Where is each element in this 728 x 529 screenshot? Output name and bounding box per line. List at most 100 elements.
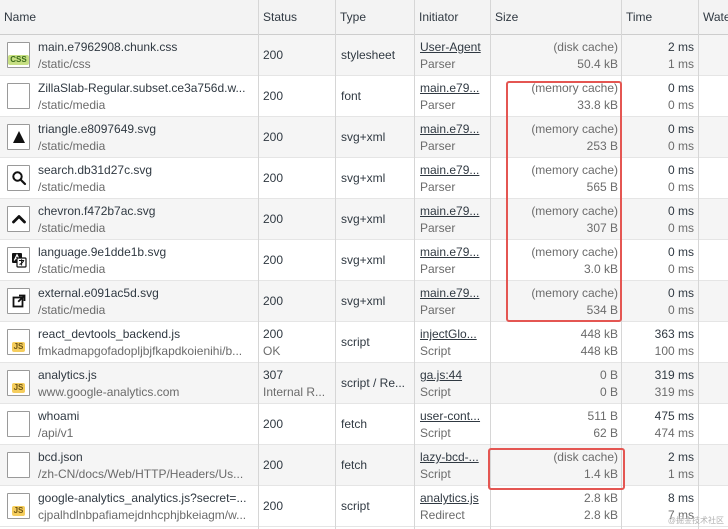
request-row[interactable]: bcd.json /zh-CN/docs/Web/HTTP/Headers/Us… [0,445,728,486]
request-path: fmkadmapgofadopljbjfkapdkoienihi/b... [38,344,243,358]
status-column-header[interactable]: Status [259,0,336,34]
size-column-header[interactable]: Size [491,0,622,34]
request-name: ZillaSlab-Regular.subset.ce3a756d.w... [38,81,246,95]
initiator-link[interactable]: ga.js:44 [420,368,488,382]
request-path: /api/v1 [38,426,74,440]
initiator-cell[interactable]: analytics.js Redirect [415,486,491,526]
name-cell[interactable]: chevron.f472b7ac.svg /static/media [0,199,259,239]
initiator-cell[interactable]: main.e79... Parser [415,199,491,239]
status-text: OK [263,344,281,358]
initiator-cell[interactable]: user-cont... Script [415,404,491,444]
size-cell: (memory cache) 3.0 kB [491,240,622,280]
name-column-header[interactable]: Name [0,0,259,34]
initiator-link[interactable]: injectGlo... [420,327,488,341]
resource-size: 33.8 kB [577,98,618,112]
request-name: main.e7962908.chunk.css [38,40,178,54]
initiator-link[interactable]: main.e79... [420,163,488,177]
initiator-cell[interactable]: lazy-bcd-... Script [415,445,491,485]
request-row[interactable]: JS analytics.js www.google-analytics.com… [0,363,728,404]
status-cell: 200 [259,404,336,444]
network-request-table: Name Status Type Initiator Size Time Wat… [0,0,728,529]
request-row[interactable]: ZillaSlab-Regular.subset.ce3a756d.w... /… [0,76,728,117]
time-cell: 0 ms 0 ms [622,240,699,280]
name-cell[interactable]: bcd.json /zh-CN/docs/Web/HTTP/Headers/Us… [0,445,259,485]
time-cell: 0 ms 0 ms [622,117,699,157]
request-path: /static/media [38,221,106,235]
request-row[interactable]: JS google-analytics_analytics.js?secret=… [0,486,728,527]
name-cell[interactable]: search.db31d27c.svg /static/media [0,158,259,198]
initiator-cell[interactable]: main.e79... Parser [415,281,491,321]
initiator-link[interactable]: analytics.js [420,491,488,505]
type-cell: fetch [336,404,415,444]
size-cell: 448 kB 448 kB [491,322,622,362]
initiator-link[interactable]: lazy-bcd-... [420,450,488,464]
request-path: /static/media [38,303,106,317]
request-row[interactable]: language.9e1dde1b.svg /static/media 200 … [0,240,728,281]
time-cell: 363 ms 100 ms [622,322,699,362]
waterfall-column-header[interactable]: Wate [699,0,728,34]
initiator-cell[interactable]: injectGlo... Script [415,322,491,362]
initiator-cell[interactable]: ga.js:44 Script [415,363,491,403]
transferred-size: (memory cache) [531,204,618,218]
name-cell[interactable]: JS analytics.js www.google-analytics.com [0,363,259,403]
initiator-link[interactable]: main.e79... [420,286,488,300]
latency-time: 100 ms [654,344,694,358]
transferred-size: 0 B [599,368,618,382]
request-name: react_devtools_backend.js [38,327,181,341]
total-time: 0 ms [667,163,694,177]
initiator-link[interactable]: main.e79... [420,122,488,136]
type-cell: fetch [336,445,415,485]
request-row[interactable]: whoami /api/v1 200 fetch user-cont... Sc… [0,404,728,445]
time-column-header[interactable]: Time [622,0,699,34]
initiator-cell[interactable]: main.e79... Parser [415,158,491,198]
status-code: 200 [263,458,284,472]
type-column-header[interactable]: Type [336,0,415,34]
name-cell[interactable]: external.e091ac5d.svg /static/media [0,281,259,321]
size-column-divider[interactable] [621,0,622,529]
name-cell[interactable]: JS react_devtools_backend.js fmkadmapgof… [0,322,259,362]
total-time: 475 ms [654,409,694,423]
request-name: bcd.json [38,450,83,464]
resource-size: 62 B [593,426,618,440]
transferred-size: (memory cache) [531,81,618,95]
name-cell[interactable]: CSS main.e7962908.chunk.css /static/css [0,35,259,75]
initiator-link[interactable]: user-cont... [420,409,488,423]
name-column-divider[interactable] [258,0,259,529]
initiator-cell[interactable]: main.e79... Parser [415,76,491,116]
request-name: google-analytics_analytics.js?secret=... [38,491,247,505]
type-cell: svg+xml [336,158,415,198]
total-time: 319 ms [654,368,694,382]
initiator-cell[interactable]: main.e79... Parser [415,240,491,280]
initiator-link[interactable]: main.e79... [420,204,488,218]
status-column-divider[interactable] [335,0,336,529]
name-cell[interactable]: ZillaSlab-Regular.subset.ce3a756d.w... /… [0,76,259,116]
request-row[interactable]: search.db31d27c.svg /static/media 200 sv… [0,158,728,199]
initiator-link[interactable]: main.e79... [420,81,488,95]
name-cell[interactable]: triangle.e8097649.svg /static/media [0,117,259,157]
request-row[interactable]: CSS main.e7962908.chunk.css /static/css … [0,35,728,76]
waterfall-cell [699,35,728,75]
name-cell[interactable]: JS google-analytics_analytics.js?secret=… [0,486,259,526]
initiator-column-divider[interactable] [490,0,491,529]
request-row[interactable]: chevron.f472b7ac.svg /static/media 200 s… [0,199,728,240]
time-column-divider[interactable] [698,0,699,529]
status-code: 200 [263,417,284,431]
status-cell: 200 OK [259,322,336,362]
status-code: 307 [263,368,284,382]
request-row[interactable]: JS react_devtools_backend.js fmkadmapgof… [0,322,728,363]
request-row[interactable]: external.e091ac5d.svg /static/media 200 … [0,281,728,322]
initiator-type: Parser [420,98,456,112]
request-type: svg+xml [341,294,386,308]
request-row[interactable]: triangle.e8097649.svg /static/media 200 … [0,117,728,158]
initiator-link[interactable]: User-Agent [420,40,488,54]
type-column-divider[interactable] [414,0,415,529]
initiator-cell[interactable]: main.e79... Parser [415,117,491,157]
initiator-link[interactable]: main.e79... [420,245,488,259]
name-cell[interactable]: whoami /api/v1 [0,404,259,444]
initiator-column-header[interactable]: Initiator [415,0,491,34]
waterfall-cell [699,117,728,157]
initiator-cell[interactable]: User-Agent Parser [415,35,491,75]
blank-file-icon [7,83,30,109]
name-cell[interactable]: language.9e1dde1b.svg /static/media [0,240,259,280]
status-code: 200 [263,48,284,62]
